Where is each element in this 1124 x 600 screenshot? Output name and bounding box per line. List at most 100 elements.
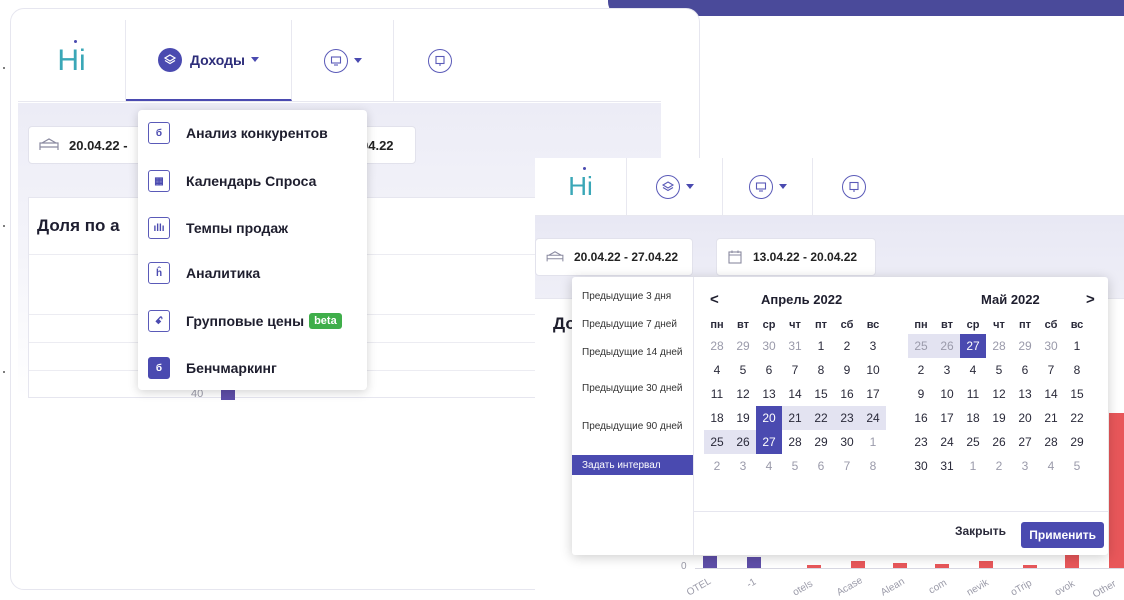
calendar-day[interactable]: 26 (934, 334, 960, 358)
calendar-day[interactable]: 28 (704, 334, 730, 358)
logo-cell[interactable]: Hi (18, 20, 126, 101)
calendar-day[interactable]: 8 (1064, 358, 1090, 382)
calendar-day-selected[interactable]: 27 (756, 430, 782, 454)
preset-custom-range[interactable]: Задать интервал (572, 455, 693, 475)
calendar-day[interactable]: 5 (730, 358, 756, 382)
preset-7-days[interactable]: Предыдущие 7 дней (572, 319, 693, 330)
calendar-day[interactable]: 20 (1012, 406, 1038, 430)
calendar-day[interactable]: 7 (782, 358, 808, 382)
menu-item-demand-calendar[interactable]: ▦ Календарь Спроса (148, 170, 316, 192)
calendar-day[interactable]: 17 (934, 406, 960, 430)
calendar-day[interactable]: 9 (908, 382, 934, 406)
calendar-day[interactable]: 4 (1038, 454, 1064, 478)
calendar-day[interactable]: 24 (860, 406, 886, 430)
preset-3-days[interactable]: Предыдущие 3 дня (572, 291, 693, 302)
logo[interactable]: Hi (568, 167, 593, 202)
calendar-day[interactable]: 3 (860, 334, 886, 358)
nav-monitor-menu[interactable] (292, 20, 394, 101)
compare-range-field[interactable]: 13.04.22 - 20.04.22 (716, 238, 876, 276)
calendar-day[interactable]: 23 (908, 430, 934, 454)
calendar-day[interactable]: 25 (908, 334, 934, 358)
prev-month-arrow[interactable]: < (710, 291, 719, 308)
menu-item-sales-pace[interactable]: ıllı Темпы продаж (148, 217, 288, 239)
calendar-day[interactable]: 29 (1064, 430, 1090, 454)
menu-item-benchmarking[interactable]: б Бенчмаркинг (148, 357, 277, 379)
calendar-day[interactable]: 27 (1012, 430, 1038, 454)
calendar-day[interactable]: 14 (1038, 382, 1064, 406)
calendar-day[interactable]: 18 (960, 406, 986, 430)
calendar-day[interactable]: 3 (730, 454, 756, 478)
calendar-day[interactable]: 28 (986, 334, 1012, 358)
menu-item-analytics[interactable]: ĥ Аналитика (148, 262, 260, 284)
calendar-day[interactable]: 12 (986, 382, 1012, 406)
calendar-day[interactable]: 3 (934, 358, 960, 382)
calendar-day[interactable]: 21 (1038, 406, 1064, 430)
calendar-day[interactable]: 24 (934, 430, 960, 454)
calendar-day[interactable]: 13 (756, 382, 782, 406)
calendar-day[interactable]: 28 (1038, 430, 1064, 454)
calendar-day[interactable]: 2 (986, 454, 1012, 478)
calendar-day[interactable]: 15 (808, 382, 834, 406)
calendar-day[interactable]: 22 (1064, 406, 1090, 430)
calendar-day[interactable]: 19 (730, 406, 756, 430)
calendar-day[interactable]: 2 (834, 334, 860, 358)
calendar-day[interactable]: 7 (834, 454, 860, 478)
calendar-day[interactable]: 31 (782, 334, 808, 358)
calendar-day[interactable]: 30 (756, 334, 782, 358)
calendar-day[interactable]: 4 (756, 454, 782, 478)
calendar-day[interactable]: 1 (860, 430, 886, 454)
calendar-day[interactable]: 10 (860, 358, 886, 382)
calendar-day[interactable]: 18 (704, 406, 730, 430)
calendar-day[interactable]: 26 (986, 430, 1012, 454)
calendar-day[interactable]: 9 (834, 358, 860, 382)
calendar-day[interactable]: 10 (934, 382, 960, 406)
calendar-day[interactable]: 30 (908, 454, 934, 478)
calendar-day[interactable]: 6 (808, 454, 834, 478)
calendar-day[interactable]: 26 (730, 430, 756, 454)
calendar-day[interactable]: 5 (1064, 454, 1090, 478)
calendar-day[interactable]: 21 (782, 406, 808, 430)
calendar-day[interactable]: 8 (860, 454, 886, 478)
calendar-day[interactable]: 29 (808, 430, 834, 454)
calendar-day[interactable]: 6 (756, 358, 782, 382)
calendar-day[interactable]: 5 (782, 454, 808, 478)
apply-button[interactable]: Применить (1021, 522, 1104, 548)
calendar-day[interactable]: 15 (1064, 382, 1090, 406)
calendar-day[interactable]: 25 (960, 430, 986, 454)
calendar-day[interactable]: 11 (960, 382, 986, 406)
calendar-day[interactable]: 23 (834, 406, 860, 430)
calendar-day[interactable]: 1 (960, 454, 986, 478)
calendar-day[interactable]: 16 (908, 406, 934, 430)
calendar-day[interactable]: 14 (782, 382, 808, 406)
calendar-day[interactable]: 28 (782, 430, 808, 454)
date-range-field[interactable]: 20.04.22 - 27.04.22 (535, 238, 693, 276)
calendar-day[interactable]: 16 (834, 382, 860, 406)
calendar-day[interactable]: 11 (704, 382, 730, 406)
calendar-day[interactable]: 4 (960, 358, 986, 382)
logo-cell[interactable]: Hi (535, 158, 627, 215)
calendar-day[interactable]: 3 (1012, 454, 1038, 478)
calendar-day[interactable]: 29 (1012, 334, 1038, 358)
calendar-day[interactable]: 4 (704, 358, 730, 382)
calendar-day[interactable]: 7 (1038, 358, 1064, 382)
calendar-day[interactable]: 6 (1012, 358, 1038, 382)
calendar-day[interactable]: 22 (808, 406, 834, 430)
menu-item-group-prices[interactable]: ꗃ Групповые цены beta (148, 310, 342, 332)
calendar-day[interactable]: 2 (704, 454, 730, 478)
close-button[interactable]: Закрыть (955, 524, 1006, 538)
nav-presentation[interactable] (813, 158, 895, 215)
calendar-day[interactable]: 8 (808, 358, 834, 382)
calendar-day[interactable]: 19 (986, 406, 1012, 430)
calendar-day[interactable]: 31 (934, 454, 960, 478)
preset-30-days[interactable]: Предыдущие 30 дней (572, 383, 693, 394)
calendar-day[interactable]: 29 (730, 334, 756, 358)
calendar-day[interactable]: 17 (860, 382, 886, 406)
logo[interactable]: Hi (57, 39, 86, 78)
calendar-day-selected[interactable]: 27 (960, 334, 986, 358)
preset-14-days[interactable]: Предыдущие 14 дней (572, 347, 693, 358)
calendar-day[interactable]: 13 (1012, 382, 1038, 406)
calendar-day[interactable]: 30 (834, 430, 860, 454)
calendar-day[interactable]: 25 (704, 430, 730, 454)
calendar-day[interactable]: 1 (1064, 334, 1090, 358)
nav-monitor-menu[interactable] (723, 158, 813, 215)
